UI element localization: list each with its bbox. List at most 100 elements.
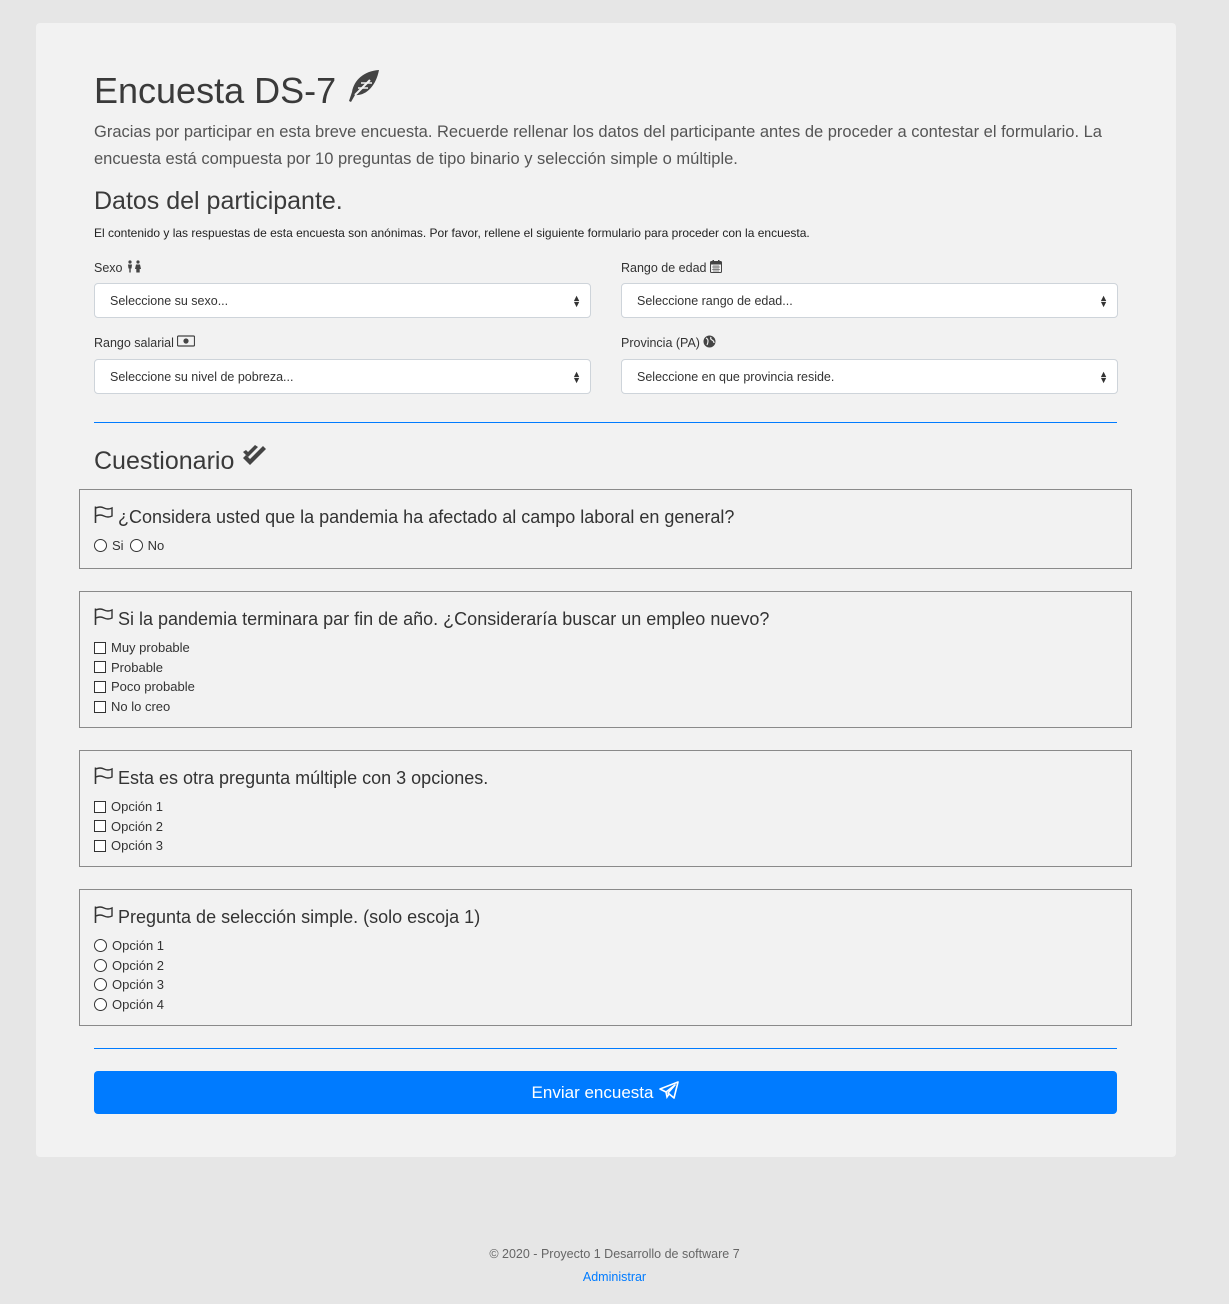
questionnaire-heading: Cuestionario — [94, 445, 268, 477]
salario-label-text: Rango salarial — [94, 335, 174, 350]
money-bill-icon — [176, 335, 196, 350]
restroom-icon — [126, 260, 143, 276]
question-text: Pregunta de selección simple. (solo esco… — [118, 906, 481, 927]
question-card: Si la pandemia terminara par fin de año.… — [79, 591, 1132, 728]
radio-button[interactable] — [94, 539, 107, 553]
sexo-label-text: Sexo — [94, 261, 123, 275]
option-checkbox[interactable]: Opción 1 — [94, 797, 163, 817]
question-text: ¿Considera usted que la pandemia ha afec… — [118, 506, 735, 527]
options-group: Si No — [94, 536, 164, 556]
select-caret-icon: ▲ ▼ — [572, 292, 581, 309]
option-label: Opción 4 — [112, 997, 165, 1013]
calendar-icon — [709, 260, 722, 276]
provincia-label-text: Provincia (PA) — [621, 336, 700, 350]
checkbox[interactable] — [94, 680, 106, 693]
option-no[interactable]: No — [129, 536, 165, 556]
option-radio[interactable]: Opción 3 — [94, 975, 164, 995]
question-text: Esta es otra pregunta múltiple con 3 opc… — [118, 767, 489, 788]
radio-button[interactable] — [129, 539, 143, 553]
paper-plane-icon — [659, 1081, 680, 1104]
option-label: Muy probable — [111, 640, 190, 656]
questionnaire-heading-text: Cuestionario — [94, 446, 235, 475]
flag-icon — [94, 506, 114, 528]
radio-button[interactable] — [94, 978, 107, 992]
option-radio[interactable]: Opción 1 — [94, 936, 164, 956]
select-caret-icon: ▲ ▼ — [1099, 368, 1108, 385]
option-label: Opción 1 — [111, 799, 164, 815]
option-checkbox[interactable]: Probable — [94, 658, 195, 678]
option-label: No — [147, 538, 165, 554]
salario-select[interactable]: Seleccione su nivel de pobreza... ▲ ▼ — [94, 359, 591, 394]
flag-icon — [94, 767, 114, 789]
option-checkbox[interactable]: Opción 3 — [94, 836, 163, 856]
intro-text: Gracias por participar en esta breve enc… — [94, 123, 1102, 168]
provincia-select[interactable]: Seleccione en que provincia reside. ▲ ▼ — [621, 359, 1118, 394]
question-title: Si la pandemia terminara par fin de año.… — [94, 608, 769, 630]
checkbox[interactable] — [94, 661, 106, 674]
sexo-select[interactable]: Seleccione su sexo... ▲ ▼ — [94, 283, 591, 318]
flag-icon — [94, 906, 114, 928]
option-label: Opción 1 — [112, 938, 165, 954]
question-card: Pregunta de selección simple. (solo esco… — [79, 889, 1132, 1026]
checkbox[interactable] — [94, 700, 106, 713]
option-label: Probable — [111, 659, 164, 675]
edad-select-value: Seleccione rango de edad... — [637, 293, 793, 308]
select-caret-icon: ▲ ▼ — [1099, 292, 1108, 309]
question-card: Esta es otra pregunta múltiple con 3 opc… — [79, 750, 1132, 867]
options-group: Muy probable Probable Poco probable No l… — [94, 638, 195, 716]
page-title-text: Encuesta DS-7 — [94, 69, 337, 111]
option-si[interactable]: Si — [94, 536, 124, 556]
edad-label: Rango de edad — [621, 260, 722, 276]
question-text: Si la pandemia terminara par fin de año.… — [118, 608, 770, 629]
option-label: Opción 3 — [111, 838, 164, 854]
provincia-select-value: Seleccione en que provincia reside. — [637, 369, 835, 384]
edad-select[interactable]: Seleccione rango de edad... ▲ ▼ — [621, 283, 1118, 318]
footer-copyright: © 2020 - Proyecto 1 Desarrollo de softwa… — [489, 1247, 740, 1261]
participant-note: El contenido y las respuestas de esta en… — [94, 226, 810, 240]
admin-link-text[interactable]: Administrar — [583, 1270, 646, 1284]
sexo-select-value: Seleccione su sexo... — [110, 293, 229, 308]
divider — [94, 1048, 1117, 1049]
question-title: ¿Considera usted que la pandemia ha afec… — [94, 506, 734, 528]
option-label: Opción 3 — [112, 977, 165, 993]
submit-button[interactable]: Enviar encuesta — [94, 1071, 1117, 1114]
salario-select-value: Seleccione su nivel de pobreza... — [110, 369, 294, 384]
option-label: Opción 2 — [112, 957, 165, 973]
submit-label: Enviar encuesta — [531, 1082, 654, 1102]
flag-icon — [94, 608, 114, 630]
option-checkbox[interactable]: No lo creo — [94, 697, 195, 717]
radio-button[interactable] — [94, 998, 107, 1012]
checkbox[interactable] — [94, 800, 106, 813]
option-checkbox[interactable]: Opción 2 — [94, 817, 163, 837]
option-label: Poco probable — [111, 679, 195, 695]
question-title: Esta es otra pregunta múltiple con 3 opc… — [94, 767, 488, 789]
options-group: Opción 1 Opción 2 Opción 3 — [94, 797, 163, 856]
question-card: ¿Considera usted que la pandemia ha afec… — [79, 489, 1132, 569]
participant-heading: Datos del participante. — [94, 187, 343, 215]
radio-button[interactable] — [94, 958, 107, 972]
option-checkbox[interactable]: Muy probable — [94, 638, 195, 658]
checkbox[interactable] — [94, 820, 106, 833]
option-label: No lo creo — [111, 699, 171, 715]
admin-link: Administrar — [0, 1270, 1229, 1284]
edad-label-text: Rango de edad — [621, 261, 707, 275]
salario-label: Rango salarial — [94, 335, 196, 350]
option-label: Opción 2 — [111, 818, 164, 834]
sexo-label: Sexo — [94, 260, 143, 276]
select-caret-icon: ▲ ▼ — [572, 368, 581, 385]
options-group: Opción 1 Opción 2 Opción 3 Opción 4 — [94, 936, 164, 1014]
option-radio[interactable]: Opción 4 — [94, 995, 164, 1015]
radio-button[interactable] — [94, 939, 107, 953]
option-checkbox[interactable]: Poco probable — [94, 677, 195, 697]
option-label: Si — [112, 538, 124, 554]
feather-icon — [346, 68, 382, 113]
checkbox[interactable] — [94, 641, 106, 654]
globe-icon — [703, 335, 716, 351]
page-title: Encuesta DS-7 — [94, 68, 382, 113]
provincia-label: Provincia (PA) — [621, 335, 716, 351]
question-title: Pregunta de selección simple. (solo esco… — [94, 906, 480, 928]
option-radio[interactable]: Opción 2 — [94, 956, 164, 976]
divider — [94, 422, 1117, 423]
double-check-icon — [241, 445, 268, 477]
checkbox[interactable] — [94, 839, 106, 852]
